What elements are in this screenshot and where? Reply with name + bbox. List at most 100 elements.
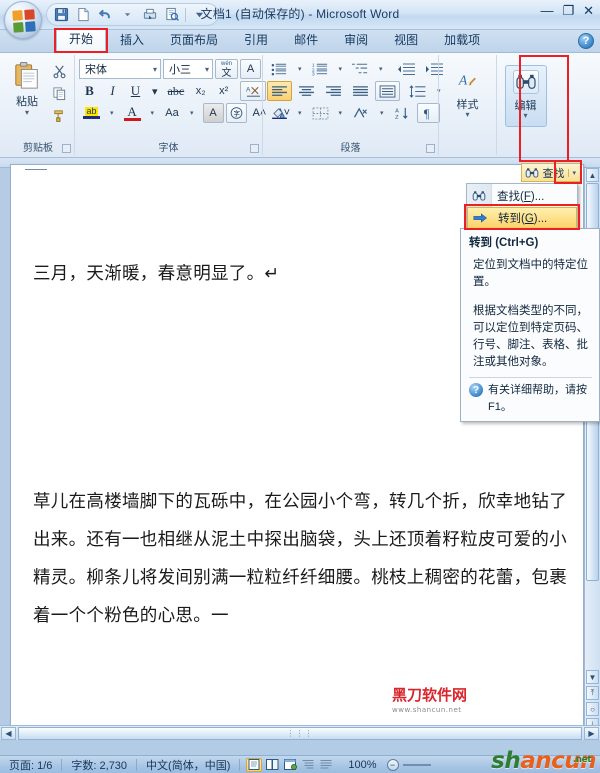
- change-case-dropdown-icon[interactable]: ▾: [186, 103, 198, 123]
- clipboard-dialog-launcher[interactable]: [62, 144, 71, 153]
- status-word-count[interactable]: 字数: 2,730: [62, 757, 136, 773]
- distribute-button[interactable]: [375, 81, 400, 101]
- phonetic-guide-icon[interactable]: wén 文: [215, 59, 238, 79]
- multilevel-dropdown-icon[interactable]: ▾: [375, 59, 387, 79]
- find-dropdown-caret-icon[interactable]: ▾: [568, 168, 579, 177]
- save-icon[interactable]: [51, 5, 72, 24]
- tooltip-title: 转到 (Ctrl+G): [469, 237, 539, 249]
- font-color-dropdown-icon[interactable]: ▾: [147, 103, 159, 123]
- line-spacing-button[interactable]: [405, 81, 431, 101]
- character-border-icon[interactable]: A: [240, 59, 261, 79]
- draft-view-button[interactable]: [318, 758, 334, 772]
- status-language[interactable]: 中文(简体，中国): [137, 757, 239, 773]
- tab-insert[interactable]: 插入: [108, 30, 156, 52]
- tab-view[interactable]: 视图: [382, 30, 430, 52]
- strikethrough-button[interactable]: abc: [164, 81, 189, 101]
- menu-item-goto[interactable]: 转到(G)...: [467, 207, 577, 229]
- italic-button[interactable]: I: [102, 81, 123, 101]
- bullets-dropdown-icon[interactable]: ▾: [294, 59, 306, 79]
- asian-layout-button[interactable]: [348, 103, 374, 123]
- help-icon[interactable]: ?: [578, 33, 594, 49]
- underline-button[interactable]: U: [125, 81, 146, 101]
- scroll-left-button[interactable]: ◀: [1, 726, 16, 740]
- bullets-button[interactable]: [267, 59, 292, 79]
- horizontal-scroll-thumb[interactable]: ⋮⋮⋮: [18, 726, 582, 740]
- tab-references[interactable]: 引用: [232, 30, 280, 52]
- scroll-down-button[interactable]: ▼: [586, 670, 599, 684]
- new-document-icon[interactable]: [73, 5, 94, 24]
- tab-home[interactable]: 开始: [56, 28, 107, 52]
- office-button[interactable]: [4, 1, 42, 39]
- scroll-up-button[interactable]: ▲: [586, 168, 599, 182]
- quick-print-icon[interactable]: [139, 5, 160, 24]
- enclose-characters-button[interactable]: 字: [225, 103, 247, 123]
- undo-icon[interactable]: [95, 5, 116, 24]
- show-formatting-marks-button[interactable]: ¶: [416, 103, 440, 123]
- multilevel-list-button[interactable]: [348, 59, 373, 79]
- paragraph-dialog-launcher[interactable]: [426, 144, 435, 153]
- tab-addins[interactable]: 加载项: [432, 30, 492, 52]
- chevron-down-icon: ▾: [152, 64, 157, 74]
- align-left-button[interactable]: [267, 81, 292, 101]
- status-page[interactable]: 页面: 1/6: [0, 757, 61, 773]
- tab-mailings[interactable]: 邮件: [282, 30, 330, 52]
- align-center-button[interactable]: [294, 81, 319, 101]
- decrease-indent-button[interactable]: [393, 59, 419, 79]
- customize-qat-icon[interactable]: [189, 5, 210, 24]
- copy-icon[interactable]: [48, 83, 70, 103]
- tab-page-layout[interactable]: 页面布局: [158, 30, 230, 52]
- align-right-button[interactable]: [321, 81, 346, 101]
- menu-item-find[interactable]: 查找(F)...: [467, 185, 577, 207]
- minimize-button[interactable]: —: [540, 4, 553, 17]
- font-dialog-launcher[interactable]: [250, 144, 259, 153]
- tooltip-footer-label: 有关详细帮助，请按 F1。: [488, 384, 587, 413]
- scroll-right-button[interactable]: ▶: [584, 726, 599, 740]
- highlight-color-button[interactable]: ab: [79, 103, 104, 123]
- styles-button[interactable]: A 样式 ▾: [447, 65, 489, 127]
- highlight-dropdown-icon[interactable]: ▾: [106, 103, 118, 123]
- subscript-button[interactable]: x₂: [190, 81, 211, 101]
- print-layout-view-button[interactable]: [246, 757, 263, 772]
- zoom-slider-track[interactable]: [402, 763, 431, 766]
- full-screen-reading-view-button[interactable]: [264, 758, 280, 772]
- svg-text:A: A: [246, 86, 251, 93]
- shading-dropdown-icon[interactable]: ▾: [294, 103, 306, 123]
- tab-review[interactable]: 审阅: [332, 30, 380, 52]
- font-color-button[interactable]: A: [120, 103, 145, 123]
- justify-button[interactable]: [348, 81, 373, 101]
- superscript-button[interactable]: x²: [213, 81, 234, 101]
- character-shading-button[interactable]: A: [202, 103, 224, 123]
- numbering-dropdown-icon[interactable]: ▾: [335, 59, 347, 79]
- web-layout-view-button[interactable]: [282, 758, 298, 772]
- numbering-button[interactable]: 1 2 3: [308, 59, 333, 79]
- font-name-combo[interactable]: 宋体 ▾: [79, 59, 161, 79]
- underline-dropdown-icon[interactable]: ▾: [148, 81, 162, 101]
- tooltip-line-2: 根据文档类型的不同，可以定位到特定页码、行号、脚注、表格、批注或其他对象。: [473, 305, 588, 368]
- format-painter-icon[interactable]: [48, 105, 70, 125]
- bold-button[interactable]: B: [79, 81, 100, 101]
- zoom-slider[interactable]: −: [381, 758, 431, 771]
- previous-page-button[interactable]: ⤒: [586, 686, 599, 700]
- cut-icon[interactable]: [48, 61, 70, 81]
- asian-layout-dropdown-icon[interactable]: ▾: [376, 103, 388, 123]
- font-size-combo[interactable]: 小三 ▾: [163, 59, 213, 79]
- svg-text:A: A: [457, 73, 467, 88]
- horizontal-scrollbar[interactable]: ◀ ⋮⋮⋮ ▶: [0, 725, 600, 740]
- paste-caret-icon[interactable]: ▾: [25, 109, 29, 117]
- print-preview-icon[interactable]: [161, 5, 182, 24]
- close-button[interactable]: ✕: [583, 4, 594, 17]
- borders-button[interactable]: [308, 103, 333, 123]
- site-watermark: shancun .net: [491, 749, 596, 773]
- editing-button[interactable]: 编辑 ▾: [504, 65, 547, 127]
- shading-button[interactable]: [267, 103, 292, 123]
- find-split-button[interactable]: 查找 ▾: [521, 163, 582, 182]
- maximize-button[interactable]: ❐: [562, 4, 574, 17]
- sort-button[interactable]: A Z: [390, 103, 415, 123]
- change-case-button[interactable]: Aa: [160, 103, 184, 123]
- outline-view-button[interactable]: [300, 758, 316, 772]
- zoom-out-button[interactable]: −: [386, 758, 399, 771]
- borders-dropdown-icon[interactable]: ▾: [335, 103, 347, 123]
- select-browse-object-button[interactable]: ○: [586, 702, 599, 716]
- status-zoom-level[interactable]: 100%: [340, 759, 380, 771]
- undo-dropdown-icon[interactable]: [117, 5, 138, 24]
